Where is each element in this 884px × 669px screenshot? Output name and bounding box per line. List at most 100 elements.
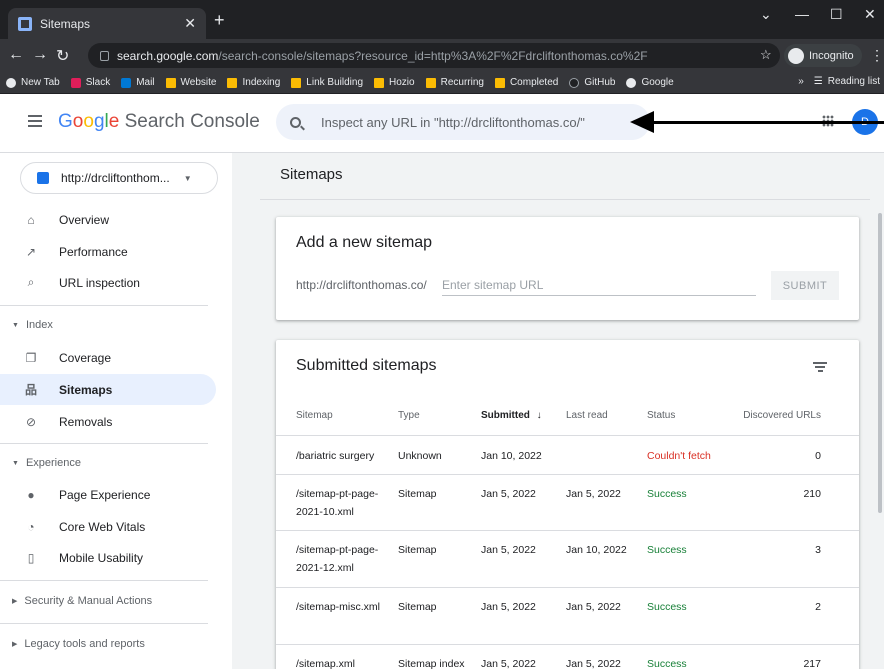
expand-icon: ▶ (12, 598, 18, 605)
gauge-icon: ◔ (27, 519, 35, 534)
cell-type: Sitemap (398, 488, 437, 500)
cell-submitted: Jan 5, 2022 (481, 544, 536, 556)
bookmark-hozio[interactable]: Hozio (374, 77, 415, 88)
github-icon (569, 77, 580, 88)
cell-discovered: 217 (803, 658, 821, 669)
column-submitted[interactable]: Submitted ↓ (481, 410, 542, 421)
folder-icon (291, 77, 302, 88)
section-index[interactable]: ▼ Index (12, 319, 53, 331)
sidebar-item-performance[interactable]: ↗ Performance (0, 236, 216, 267)
column-last-read[interactable]: Last read (566, 410, 608, 421)
bookmark-recurring[interactable]: Recurring (425, 77, 484, 88)
forward-icon[interactable]: → (32, 46, 48, 64)
more-bookmarks-icon[interactable]: » (798, 76, 804, 87)
sidebar-item-core-web-vitals[interactable]: ◔ Core Web Vitals (0, 511, 216, 542)
bookmark-label: Slack (85, 77, 111, 88)
browser-tab[interactable]: Sitemaps ✕ (8, 8, 206, 39)
sidebar-item-removals[interactable]: ⊘ Removals (0, 406, 216, 437)
section-label: Security & Manual Actions (24, 595, 153, 607)
back-icon[interactable]: ← (8, 46, 24, 64)
sitemap-url-input[interactable]: Enter sitemap URL (442, 274, 756, 296)
sidebar-item-label: Removals (59, 414, 113, 429)
cell-last-read: Jan 10, 2022 (566, 544, 627, 556)
new-tab-icon[interactable]: + (214, 10, 225, 31)
column-status[interactable]: Status (647, 410, 675, 421)
sidebar-item-sitemaps[interactable]: 品 Sitemaps (0, 374, 216, 405)
main-menu-icon[interactable] (28, 115, 42, 127)
incognito-badge[interactable]: Incognito (784, 44, 862, 67)
cell-status: Success (647, 544, 687, 556)
table-row[interactable]: /bariatric surgery Unknown Jan 10, 2022 … (276, 437, 859, 475)
incognito-icon (788, 47, 804, 64)
browser-menu-icon[interactable]: ⋮ (870, 47, 884, 64)
bookmark-indexing[interactable]: Indexing (227, 77, 280, 88)
address-bar[interactable]: search.google.com /search-console/sitema… (88, 43, 780, 68)
add-sitemap-card: Add a new sitemap http://drcliftonthomas… (276, 217, 859, 320)
close-tab-icon[interactable]: ✕ (184, 15, 196, 32)
sidebar-item-label: URL inspection (59, 275, 140, 290)
table-header: Sitemap Type Submitted ↓ Last read Statu… (276, 396, 859, 436)
bookmark-label: Website (180, 77, 217, 88)
column-discovered-urls[interactable]: Discovered URLs (743, 410, 821, 421)
chevron-down-icon: ▼ (183, 173, 192, 183)
cell-last-read: Jan 5, 2022 (566, 601, 621, 613)
url-inspect-search[interactable]: Inspect any URL in "http://drcliftonthom… (276, 104, 650, 140)
bookmark-slack[interactable]: Slack (70, 77, 111, 88)
bookmark-star-icon[interactable]: ☆ (760, 47, 772, 63)
section-label: Index (25, 319, 53, 331)
url-host: search.google.com (117, 48, 219, 63)
property-selector[interactable]: http://drcliftonthom... ▼ (20, 162, 218, 194)
property-url: http://drcliftonthom... (61, 171, 170, 185)
cell-sitemap: /sitemap.xml (296, 658, 355, 669)
cell-submitted: Jan 5, 2022 (481, 601, 536, 613)
bookmark-website[interactable]: Website (165, 77, 217, 88)
submitted-sitemaps-heading: Submitted sitemaps (296, 357, 437, 374)
bookmark-mail[interactable]: Mail (121, 77, 155, 88)
table-row[interactable]: /sitemap-pt-page-2021-10.xml Sitemap Jan… (276, 475, 859, 531)
table-row[interactable]: /sitemap.xml Sitemap index Jan 5, 2022 J… (276, 645, 859, 669)
bookmark-completed[interactable]: Completed (494, 77, 558, 88)
sidebar-item-overview[interactable]: ⌂ Overview (0, 204, 216, 235)
reload-icon[interactable]: ↻ (56, 46, 69, 66)
sidebar-item-label: Performance (59, 244, 128, 259)
column-sitemap[interactable]: Sitemap (296, 410, 382, 421)
table-row[interactable]: /sitemap-misc.xml Sitemap Jan 5, 2022 Ja… (276, 588, 859, 645)
cell-type: Sitemap index (398, 658, 465, 669)
section-security[interactable]: ▶ Security & Manual Actions (12, 595, 152, 607)
app-logo[interactable]: Google Search Console (58, 111, 260, 133)
coverage-icon: ❐ (25, 350, 37, 365)
scrollbar-thumb[interactable] (878, 213, 882, 513)
page-title: Sitemaps (280, 166, 343, 183)
window-close-icon[interactable]: ✕ (864, 6, 876, 23)
table-row[interactable]: /sitemap-pt-page-2021-12.xml Sitemap Jan… (276, 531, 859, 588)
bookmark-link-building[interactable]: Link Building (291, 77, 363, 88)
submit-button[interactable]: SUBMIT (771, 271, 839, 300)
maximize-icon[interactable]: ☐ (830, 6, 843, 23)
bookmark-new-tab[interactable]: New Tab (6, 77, 60, 88)
cell-discovered: 3 (815, 544, 821, 556)
filter-icon[interactable] (813, 362, 827, 372)
main-scrollbar[interactable] (876, 153, 884, 669)
cell-sitemap: /sitemap-pt-page-2021-12.xml (296, 544, 379, 574)
sidebar-item-mobile-usability[interactable]: ▯ Mobile Usability (0, 542, 216, 573)
cell-type: Sitemap (398, 601, 437, 613)
bookmark-label: New Tab (21, 77, 60, 88)
cell-status: Success (647, 658, 687, 669)
column-type[interactable]: Type (398, 410, 420, 421)
sidebar-item-url-inspection[interactable]: ⌕ URL inspection (0, 267, 216, 298)
section-experience[interactable]: ▼ Experience (12, 457, 81, 469)
bookmark-label: Mail (136, 77, 155, 88)
bookmark-google[interactable]: Google (626, 77, 674, 88)
divider (260, 199, 870, 200)
divider (0, 443, 208, 444)
sidebar-item-page-experience[interactable]: ● Page Experience (0, 479, 216, 510)
sidebar-item-coverage[interactable]: ❐ Coverage (0, 342, 216, 373)
minimize-icon[interactable]: — (795, 6, 809, 22)
section-legacy[interactable]: ▶ Legacy tools and reports (12, 638, 145, 650)
section-label: Legacy tools and reports (24, 638, 145, 650)
cell-last-read: Jan 5, 2022 (566, 488, 621, 500)
cell-status: Success (647, 488, 687, 500)
tab-search-icon[interactable]: ⌄ (760, 6, 772, 23)
reading-list-button[interactable]: » ☰ Reading list (798, 76, 880, 87)
bookmark-github[interactable]: GitHub (569, 77, 615, 88)
